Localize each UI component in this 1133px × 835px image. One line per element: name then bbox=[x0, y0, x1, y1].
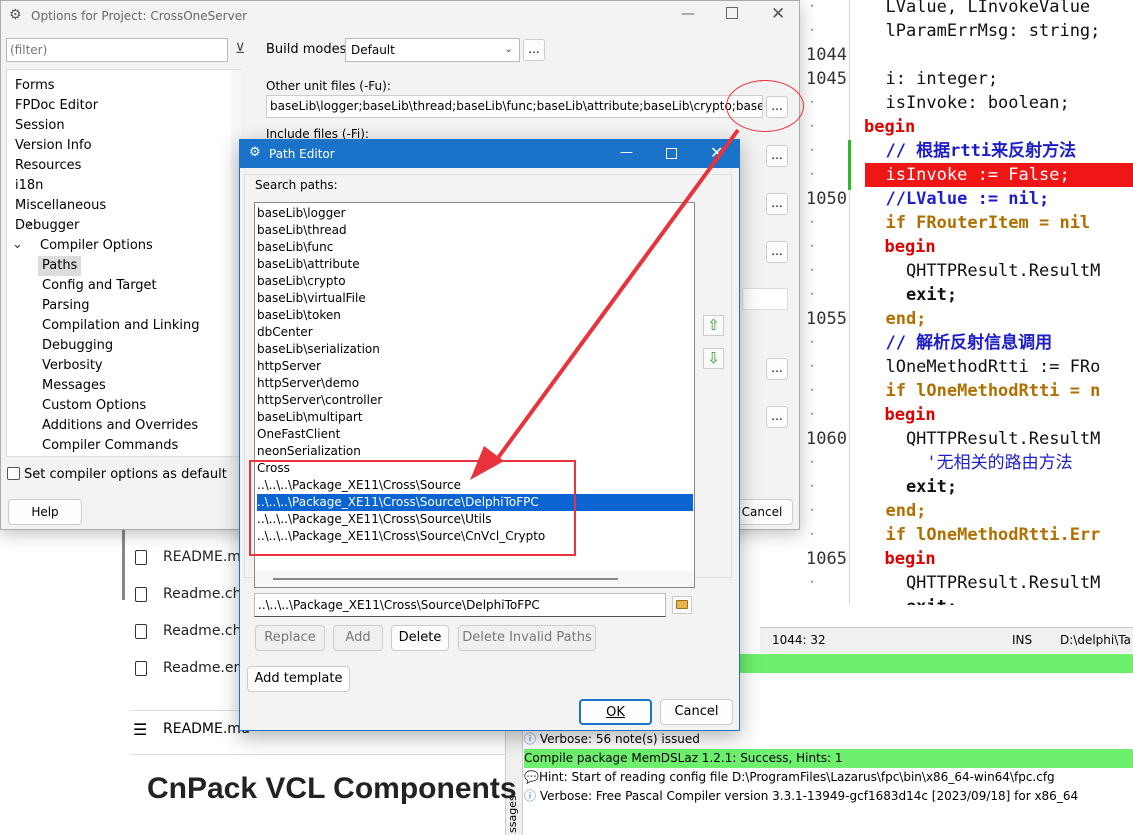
annotation-arrow bbox=[470, 128, 740, 480]
